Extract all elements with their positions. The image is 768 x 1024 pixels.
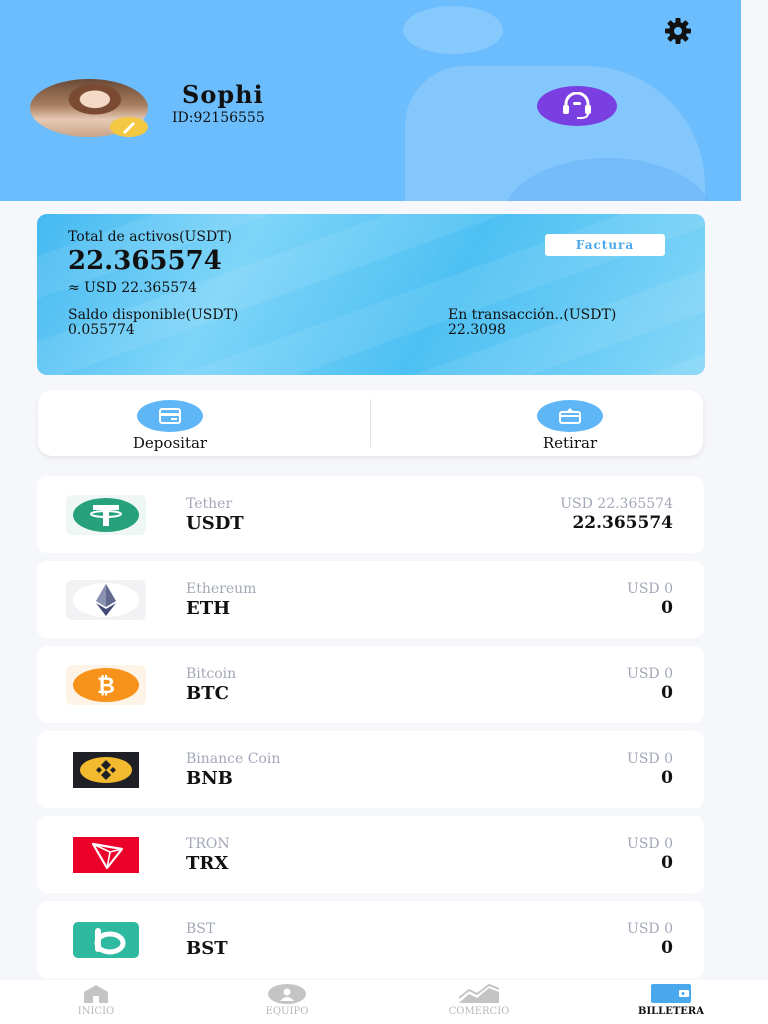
coin-name: BST bbox=[186, 921, 216, 937]
coin-amount: 0 bbox=[661, 683, 673, 703]
settings-gear-icon[interactable] bbox=[660, 16, 696, 46]
user-name: Sophi bbox=[182, 80, 264, 109]
nav-label: BILLETERA bbox=[638, 1006, 704, 1017]
coin-usd-value: USD 0 bbox=[627, 581, 673, 597]
nav-label: INICIO bbox=[77, 1006, 115, 1017]
total-assets-label: Total de activos(USDT) bbox=[68, 229, 232, 245]
invoice-button[interactable]: Factura bbox=[545, 234, 665, 256]
nav-item-inicio[interactable]: INICIO bbox=[31, 984, 161, 1017]
nav-label: COMERCIO bbox=[448, 1006, 510, 1017]
svg-text:₿: ₿ bbox=[97, 674, 115, 699]
coin-symbol: ETH bbox=[186, 598, 231, 619]
coin-usd-value: USD 0 bbox=[627, 751, 673, 767]
user-id: ID:92156555 bbox=[172, 110, 265, 126]
coin-row-bst[interactable]: BST BST USD 0 0 bbox=[37, 901, 704, 978]
coin-amount: 22.365574 bbox=[572, 513, 673, 533]
coin-usd-value: USD 0 bbox=[627, 666, 673, 682]
withdraw-button[interactable]: Retirar bbox=[495, 400, 645, 452]
nav-item-equipo[interactable]: EQUIPO bbox=[222, 984, 352, 1017]
coin-name: Binance Coin bbox=[186, 751, 281, 767]
coin-symbol: TRX bbox=[186, 853, 229, 874]
headset-icon bbox=[563, 92, 591, 119]
coin-symbol: BNB bbox=[186, 768, 233, 789]
chart-icon bbox=[458, 983, 500, 1004]
header-decoration bbox=[403, 6, 503, 54]
coin-symbol: BST bbox=[186, 938, 228, 959]
coin-amount: 0 bbox=[661, 768, 673, 788]
coin-symbol: BTC bbox=[186, 683, 229, 704]
bst-icon bbox=[66, 920, 146, 960]
tron-icon bbox=[66, 835, 146, 875]
customer-support-button[interactable] bbox=[537, 86, 617, 126]
withdraw-label: Retirar bbox=[542, 434, 598, 452]
coin-row-btc[interactable]: ₿ Bitcoin BTC USD 0 0 bbox=[37, 646, 704, 723]
deposit-button[interactable]: Depositar bbox=[95, 400, 245, 452]
coin-name: Bitcoin bbox=[186, 666, 237, 682]
in-transaction-label: En transacción..(USDT) bbox=[448, 307, 617, 323]
coin-name: Ethereum bbox=[186, 581, 257, 597]
total-assets-value: 22.365574 bbox=[68, 246, 222, 276]
deposit-label: Depositar bbox=[132, 434, 208, 452]
coin-row-bnb[interactable]: Binance Coin BNB USD 0 0 bbox=[37, 731, 704, 808]
bitcoin-icon: ₿ bbox=[66, 665, 146, 705]
coin-amount: 0 bbox=[661, 938, 673, 958]
in-transaction-value: 22.3098 bbox=[448, 322, 506, 338]
coin-usd-value: USD 0 bbox=[627, 921, 673, 937]
pencil-icon bbox=[123, 122, 135, 134]
nav-item-billetera[interactable]: BILLETERA bbox=[606, 984, 736, 1017]
bottom-navigation: INICIO EQUIPO COMERCIO BILLETERA bbox=[0, 980, 768, 1024]
tether-icon bbox=[66, 495, 146, 535]
divider bbox=[370, 399, 371, 447]
wallet-icon bbox=[651, 984, 691, 1004]
coin-name: TRON bbox=[186, 836, 230, 852]
deposit-card-icon bbox=[137, 400, 203, 432]
nav-item-comercio[interactable]: COMERCIO bbox=[414, 983, 544, 1017]
home-icon bbox=[76, 984, 116, 1004]
available-balance-label: Saldo disponible(USDT) bbox=[68, 307, 239, 323]
nav-label: EQUIPO bbox=[265, 1006, 309, 1017]
profile-header: Sophi ID:92156555 bbox=[0, 0, 741, 201]
wallet-actions: Depositar Retirar bbox=[38, 390, 703, 456]
coin-usd-value: USD 22.365574 bbox=[560, 496, 673, 512]
ethereum-icon bbox=[66, 580, 146, 620]
coin-amount: 0 bbox=[661, 598, 673, 618]
coin-row-eth[interactable]: Ethereum ETH USD 0 0 bbox=[37, 561, 704, 638]
available-balance-value: 0.055774 bbox=[68, 322, 135, 338]
withdraw-card-icon bbox=[537, 400, 603, 432]
coin-symbol: USDT bbox=[186, 513, 244, 534]
coin-row-trx[interactable]: TRON TRX USD 0 0 bbox=[37, 816, 704, 893]
coin-row-usdt[interactable]: Tether USDT USD 22.365574 22.365574 bbox=[37, 476, 704, 553]
assets-card: Total de activos(USDT) 22.365574 ≈ USD 2… bbox=[37, 214, 705, 375]
coin-usd-value: USD 0 bbox=[627, 836, 673, 852]
binance-icon bbox=[66, 750, 146, 790]
team-icon bbox=[267, 984, 307, 1004]
coin-name: Tether bbox=[186, 496, 233, 512]
coin-amount: 0 bbox=[661, 853, 673, 873]
edit-avatar-button[interactable] bbox=[110, 117, 148, 137]
total-assets-usd: ≈ USD 22.365574 bbox=[68, 280, 197, 296]
